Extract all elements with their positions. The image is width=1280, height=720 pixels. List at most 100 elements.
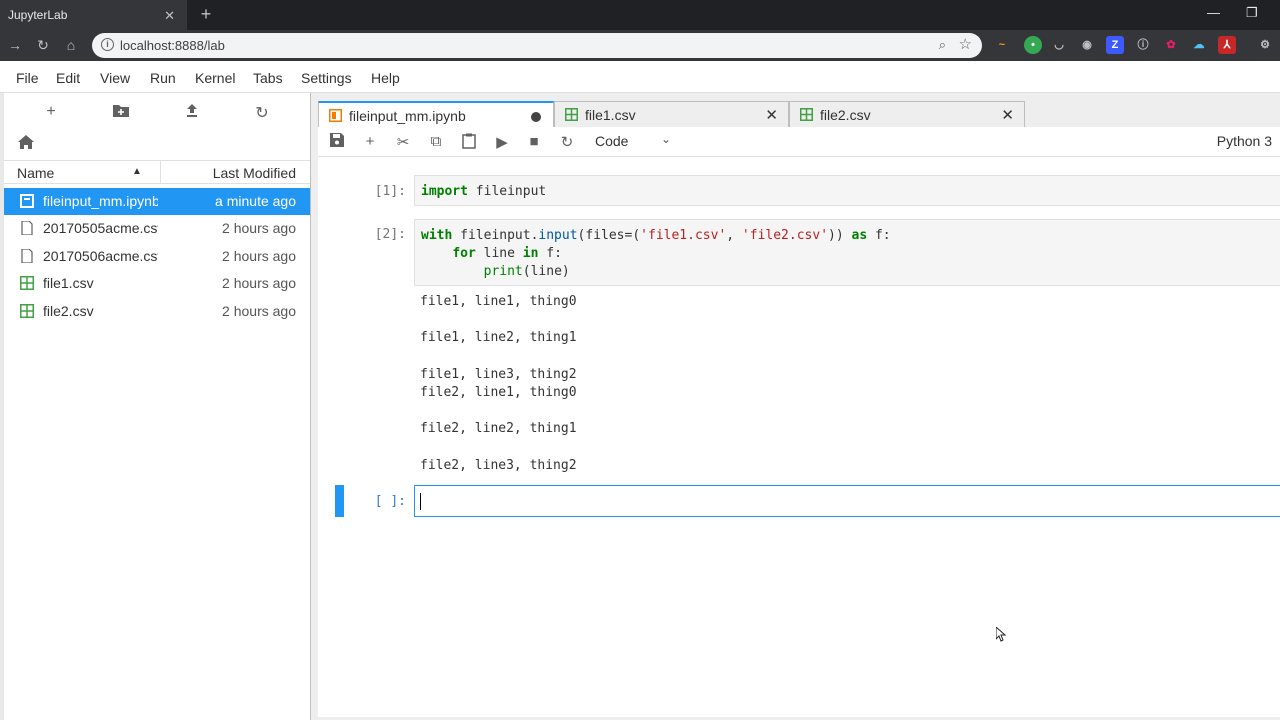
menu-view[interactable]: View [100,70,130,86]
spreadsheet-tab-icon [565,108,578,121]
minimize-icon[interactable]: — [1207,5,1220,20]
code-cell[interactable]: import fileinput [414,175,1280,206]
spreadsheet-tab-icon [800,108,813,121]
output-line: file1, line2, thing1 [420,330,577,345]
menu-edit[interactable]: Edit [56,70,80,86]
zoom-icon[interactable]: ⌕ [939,37,946,53]
menu-run[interactable]: Run [150,70,176,86]
file-modified: 2 hours ago [222,303,296,319]
menu-file[interactable]: File [16,70,39,86]
modified-column-header[interactable]: Last Modified [213,165,296,181]
name-column-header[interactable]: Name [17,165,54,181]
cell-prompt: [1]: [374,184,406,199]
output-line: file2, line3, thing2 [420,458,577,473]
file-item[interactable]: 20170506acme.csv 2 hours ago [4,243,310,270]
active-cell-indicator[interactable] [335,485,344,517]
file-item[interactable]: file1.csv 2 hours ago [4,270,310,297]
file-name: 20170506acme.csv [43,248,158,264]
info-extension-icon[interactable]: ⓘ [1134,36,1152,54]
save-icon[interactable] [327,133,347,151]
address-bar[interactable]: i localhost:8888/lab ⌕ ☆ [92,33,982,58]
close-tab-icon[interactable]: ✕ [765,106,778,124]
menu-help[interactable]: Help [371,70,400,86]
bookmark-star-icon[interactable]: ☆ [959,35,972,53]
file-list-header: Name ▲ Last Modified [4,160,310,184]
file-name: 20170505acme.csv [43,220,158,236]
cloud-extension-icon[interactable]: ☁ [1190,36,1208,54]
code-line: with fileinput.input(files=('file1.csv',… [421,228,891,243]
code-line: for line in f: [452,246,562,261]
sort-ascending-icon[interactable]: ▲ [132,166,142,177]
tab-notebook[interactable]: fileinput_mm.ipynb [318,101,554,128]
active-code-cell[interactable] [414,485,1280,517]
close-tab-icon[interactable]: ✕ [1001,106,1014,124]
output-line: file2, line2, thing1 [420,421,577,436]
menu-settings[interactable]: Settings [301,70,352,86]
file-modified: a minute ago [215,193,296,209]
extension-icon[interactable]: ◉ [1078,36,1096,54]
chevron-down-icon[interactable]: ⌄ [661,132,671,146]
new-folder-icon[interactable] [111,103,131,122]
spreadsheet-icon [20,304,34,318]
close-tab-icon[interactable]: ✕ [164,8,175,24]
notebook-icon [20,194,34,208]
spreadsheet-icon [20,276,34,290]
browser-titlebar: JupyterLab ✕ + — ❐ [0,0,1280,30]
output-line: file1, line1, thing0 [420,294,577,309]
file-modified: 2 hours ago [222,220,296,236]
browser-tab-title: JupyterLab [8,8,68,22]
pocket-extension-icon[interactable]: ◡ [1050,36,1068,54]
file-modified: 2 hours ago [222,275,296,291]
upload-icon[interactable] [182,103,202,122]
output-line: file2, line1, thing0 [420,385,577,400]
zotero-extension-icon[interactable]: Z [1106,36,1124,54]
cell-prompt: [2]: [374,227,406,242]
extensions-menu-icon[interactable]: ⚙ [1256,36,1274,54]
tab-file2[interactable]: file2.csv ✕ [789,101,1025,128]
refresh-icon[interactable]: ↻ [252,103,272,123]
file-name: fileinput_mm.ipynb [43,193,158,209]
cell-prompt: [ ]: [374,494,406,509]
file-icon [21,249,33,263]
column-divider[interactable] [160,161,161,184]
code-cell[interactable]: with fileinput.input(files=('file1.csv',… [414,219,1280,286]
kernel-name[interactable]: Python 3 [1217,133,1272,149]
unsaved-dot-icon[interactable] [531,112,541,122]
file-item-notebook[interactable]: fileinput_mm.ipynb a minute ago [4,188,310,215]
color-extension-icon[interactable]: ✿ [1162,36,1180,54]
tab-file1[interactable]: file1.csv ✕ [554,101,789,128]
output-line: file1, line3, thing2 [420,367,577,382]
home-icon[interactable] [18,135,34,154]
paste-icon[interactable] [459,133,479,153]
file-name: file1.csv [43,275,94,291]
cut-icon[interactable]: ✂ [393,133,413,151]
file-icon [21,221,33,235]
amazon-extension-icon[interactable]: ~ [993,36,1011,54]
grammar-extension-icon[interactable]: • [1024,36,1042,54]
menu-tabs[interactable]: Tabs [253,70,283,86]
pdf-extension-icon[interactable]: ⅄ [1218,36,1236,54]
stop-icon[interactable]: ■ [524,133,544,150]
menu-bar: File Edit View Run Kernel Tabs Settings … [0,61,1280,93]
browser-tab[interactable]: JupyterLab ✕ [0,0,187,30]
notebook-toolbar: + ✂ ⧉ ▶ ■ ↻ Code ⌄ Python 3 [318,127,1280,157]
file-item[interactable]: file2.csv 2 hours ago [4,298,310,325]
restart-icon[interactable]: ↻ [557,133,577,151]
reload-icon[interactable]: ↻ [34,37,52,54]
insert-cell-icon[interactable]: + [360,133,380,150]
back-icon[interactable]: → [6,37,24,53]
home-browser-icon[interactable]: ⌂ [62,37,80,53]
copy-icon[interactable]: ⧉ [426,133,446,150]
tab-label: file2.csv [820,107,871,123]
new-launcher-icon[interactable]: + [41,103,61,121]
file-modified: 2 hours ago [222,248,296,264]
run-icon[interactable]: ▶ [492,133,512,151]
new-tab-icon[interactable]: + [196,4,216,24]
cell-type-select[interactable]: Code [595,133,628,149]
file-name: file2.csv [43,303,94,319]
text-cursor [420,493,421,510]
file-item[interactable]: 20170505acme.csv 2 hours ago [4,215,310,242]
menu-kernel[interactable]: Kernel [195,70,235,86]
restore-icon[interactable]: ❐ [1246,5,1258,21]
info-icon[interactable]: i [101,38,114,51]
